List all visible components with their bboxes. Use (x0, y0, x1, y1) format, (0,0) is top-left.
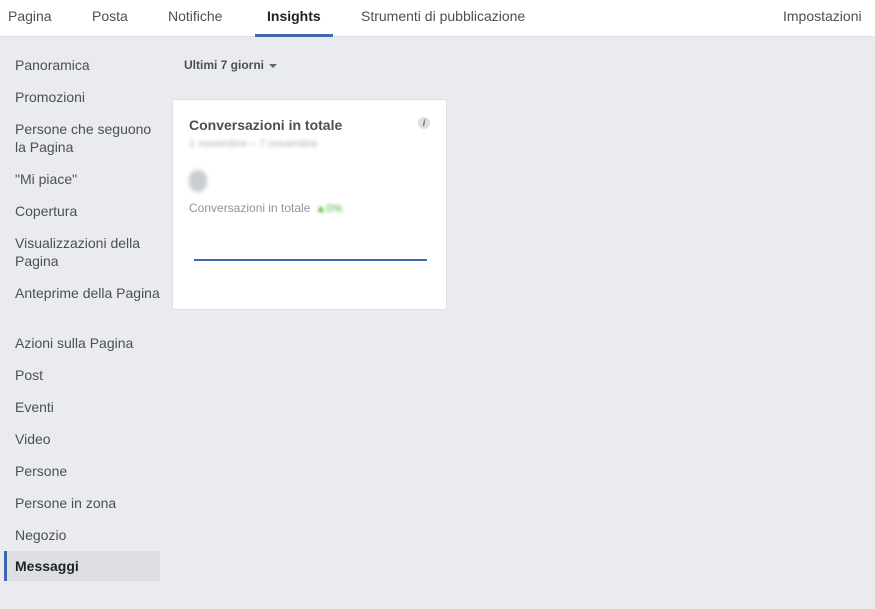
sidebar-item-persone-che-seguono[interactable]: Persone che seguono la Pagina (4, 114, 160, 162)
tab-notifiche[interactable]: Notifiche (168, 0, 222, 37)
insight-card: Conversazioni in totale i 1 novembre – 7… (172, 99, 447, 310)
metric-label: Conversazioni in totale (189, 201, 311, 215)
sidebar-item-video[interactable]: Video (4, 424, 160, 454)
metric-value: 0 (189, 170, 207, 192)
sparkline (194, 259, 427, 261)
tab-posta[interactable]: Posta (92, 0, 128, 37)
sidebar-item-eventi[interactable]: Eventi (4, 392, 160, 422)
sidebar-item-anteprime[interactable]: Anteprime della Pagina (4, 278, 160, 308)
info-icon[interactable]: i (418, 117, 430, 129)
tab-strumenti-di-pubblicazione[interactable]: Strumenti di pubblicazione (361, 0, 525, 37)
sidebar-item-messaggi[interactable]: Messaggi (4, 551, 160, 581)
caret-down-icon (269, 63, 278, 68)
settings-link[interactable]: Impostazioni (783, 0, 862, 37)
sidebar-item-copertura[interactable]: Copertura (4, 196, 160, 226)
sidebar-item-visualizzazioni[interactable]: Visualizzazioni della Pagina (4, 228, 160, 276)
metric-row: Conversazioni in totale ▲0% (189, 201, 342, 215)
sidebar-item-panoramica[interactable]: Panoramica (4, 50, 160, 80)
date-range-label: Ultimi 7 giorni (184, 58, 265, 72)
sidebar-item-promozioni[interactable]: Promozioni (4, 82, 160, 112)
metric-change: ▲0% (315, 203, 343, 215)
sidebar-item-negozio[interactable]: Negozio (4, 520, 160, 550)
top-nav: Pagina Posta Notifiche Insights Strument… (0, 0, 875, 37)
card-date-range: 1 novembre – 7 novembre (189, 138, 318, 150)
date-range-dropdown[interactable]: Ultimi 7 giorni (184, 58, 278, 72)
sidebar-item-azioni[interactable]: Azioni sulla Pagina (4, 328, 160, 358)
tab-insights[interactable]: Insights (255, 0, 333, 37)
sidebar-item-post[interactable]: Post (4, 360, 160, 390)
tab-pagina[interactable]: Pagina (8, 0, 52, 37)
card-title: Conversazioni in totale (189, 117, 343, 133)
sidebar-item-mi-piace[interactable]: "Mi piace" (4, 164, 160, 194)
sidebar-item-persone[interactable]: Persone (4, 456, 160, 486)
sidebar-item-persone-in-zona[interactable]: Persone in zona (4, 488, 160, 518)
